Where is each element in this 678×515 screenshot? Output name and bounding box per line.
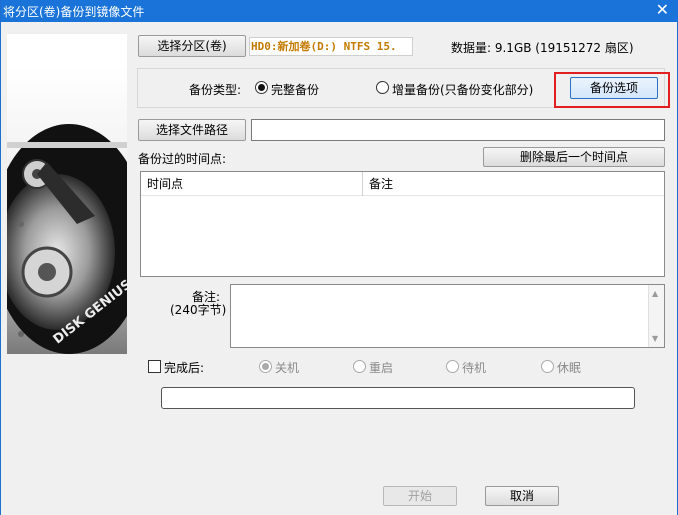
select-file-path-button[interactable]: 选择文件路径 xyxy=(138,119,246,141)
shutdown-label[interactable]: 关机 xyxy=(275,359,299,376)
cancel-button[interactable]: 取消 xyxy=(485,486,559,506)
note-scrollbar[interactable]: ▲ ▼ xyxy=(648,285,664,347)
note-textarea[interactable]: ▲ ▼ xyxy=(230,284,665,348)
partition-info: HD0:新加卷(D:) NTFS 15. xyxy=(249,37,413,56)
hibernate-radio[interactable] xyxy=(541,360,554,373)
scroll-up-icon[interactable]: ▲ xyxy=(652,289,658,298)
incremental-backup-radio[interactable] xyxy=(376,81,389,94)
delete-last-timepoint-button[interactable]: 删除最后一个时间点 xyxy=(483,147,665,167)
after-completion-checkbox[interactable] xyxy=(148,360,161,373)
restart-label[interactable]: 重启 xyxy=(369,359,393,376)
full-backup-radio[interactable] xyxy=(255,81,268,94)
select-partition-button[interactable]: 选择分区(卷) xyxy=(138,35,246,57)
file-path-input[interactable] xyxy=(251,119,665,141)
progress-bar xyxy=(161,387,635,409)
timepoints-header: 时间点 备注 xyxy=(141,172,664,196)
shutdown-radio[interactable] xyxy=(259,360,272,373)
timepoints-list[interactable]: 时间点 备注 xyxy=(140,171,665,277)
note-sublabel: (240字节) xyxy=(170,303,227,317)
close-icon[interactable]: ✕ xyxy=(656,1,669,19)
disk-illustration: DISK GENIUS xyxy=(7,34,127,354)
column-header-timepoint[interactable]: 时间点 xyxy=(141,172,183,196)
incremental-backup-label[interactable]: 增量备份(只备份变化部分) xyxy=(392,81,533,98)
start-button[interactable]: 开始 xyxy=(383,486,457,506)
full-backup-label[interactable]: 完整备份 xyxy=(271,81,319,98)
backup-type-label: 备份类型: xyxy=(189,83,242,97)
hibernate-label[interactable]: 休眠 xyxy=(557,359,581,376)
column-header-note[interactable]: 备注 xyxy=(363,172,393,196)
standby-radio[interactable] xyxy=(446,360,459,373)
backup-options-button[interactable]: 备份选项 xyxy=(570,77,658,99)
scroll-down-icon[interactable]: ▼ xyxy=(652,334,658,343)
timepoints-label: 备份过的时间点: xyxy=(138,152,227,166)
backup-dialog: 将分区(卷)备份到镜像文件 ✕ DISK GENIUS 选择分区(卷) HD0:… xyxy=(0,0,678,515)
title-bar: 将分区(卷)备份到镜像文件 ✕ xyxy=(1,0,678,22)
standby-label[interactable]: 待机 xyxy=(462,359,486,376)
restart-radio[interactable] xyxy=(353,360,366,373)
window-title: 将分区(卷)备份到镜像文件 xyxy=(3,5,145,19)
data-amount-text: 数据量: 9.1GB (19151272 扇区) xyxy=(451,41,634,55)
hard-disk-icon: DISK GENIUS xyxy=(7,124,127,354)
after-completion-label[interactable]: 完成后: xyxy=(164,359,204,376)
